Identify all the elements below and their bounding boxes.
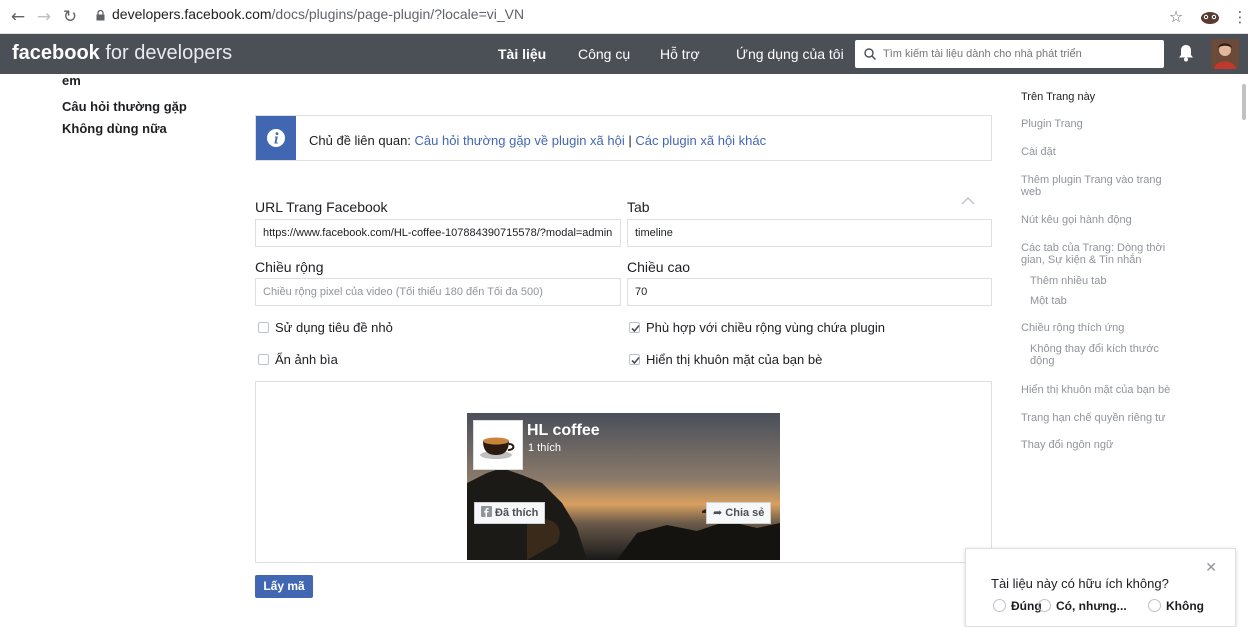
share-icon: ➦: [713, 506, 723, 519]
liked-button[interactable]: Đã thích: [474, 502, 546, 524]
nav-support[interactable]: Hỗ trợ: [660, 46, 700, 62]
reload-icon[interactable]: ↻: [60, 7, 80, 27]
right-nav-item[interactable]: Nút kêu gọi hành động: [1021, 214, 1132, 226]
page-url-input[interactable]: [255, 219, 621, 247]
close-icon[interactable]: ✕: [1205, 559, 1217, 576]
browser-menu-icon[interactable]: ⋮: [1230, 7, 1248, 27]
hide-cover-label: Ẩn ảnh bìa: [275, 352, 338, 367]
right-nav-item[interactable]: Chiều rộng thích ứng: [1021, 322, 1124, 334]
share-button[interactable]: ➦ Chia sẻ: [706, 502, 772, 524]
checkbox-box-checked[interactable]: [629, 322, 640, 333]
right-nav-subitem[interactable]: động: [1030, 355, 1054, 367]
right-nav-item[interactable]: Hiển thị khuôn mặt của bạn bè: [1021, 384, 1170, 396]
show-faces-label: Hiển thị khuôn mặt của bạn bè: [646, 352, 823, 367]
bookmark-star-icon[interactable]: ☆: [1166, 7, 1186, 27]
url-host: developers.facebook.com: [112, 6, 272, 22]
tab-label: Tab: [627, 199, 650, 215]
left-nav-item-faq[interactable]: Câu hỏi thường gặp: [62, 96, 187, 118]
search-icon: [864, 48, 876, 60]
url-label: URL Trang Facebook: [255, 199, 388, 215]
checkbox-box[interactable]: [258, 322, 269, 333]
checkbox-box-checked[interactable]: [629, 354, 640, 365]
tab-input[interactable]: [627, 219, 992, 247]
small-header-checkbox[interactable]: Sử dụng tiêu đề nhỏ: [258, 320, 393, 335]
scrollbar-thumb[interactable]: [1242, 84, 1246, 120]
show-faces-checkbox[interactable]: Hiển thị khuôn mặt của bạn bè: [629, 352, 822, 367]
browser-toolbar: ← → ↻ developers.facebook.com/docs/plugi…: [0, 0, 1248, 34]
radio-button[interactable]: [993, 599, 1006, 612]
extension-icon[interactable]: [1200, 8, 1220, 26]
feedback-question: Tài liệu này có hữu ích không?: [991, 576, 1169, 591]
related-topics-prefix: Chủ đề liên quan:: [309, 133, 415, 148]
right-nav-subitem[interactable]: Thêm nhiều tab: [1030, 275, 1106, 287]
feedback-option-yes-but[interactable]: Có, nhưng...: [1038, 599, 1127, 613]
checkmark-icon: [631, 356, 640, 365]
nav-tools[interactable]: Công cụ: [578, 46, 630, 62]
small-header-label: Sử dụng tiêu đề nhỏ: [275, 320, 393, 335]
height-label: Chiều cao: [627, 259, 691, 275]
get-code-button[interactable]: Lấy mã: [255, 575, 313, 598]
width-input[interactable]: [255, 278, 621, 306]
hide-cover-checkbox[interactable]: Ẩn ảnh bìa: [258, 352, 338, 367]
info-icon-cell: [256, 116, 296, 160]
nav-my-apps[interactable]: Ứng dụng của tôi: [736, 46, 844, 62]
right-nav-item[interactable]: Plugin Trang: [1021, 118, 1083, 130]
checkmark-icon: [631, 324, 640, 333]
page-likes: 1 thích: [528, 442, 562, 454]
faq-link[interactable]: Câu hỏi thường gặp về plugin xã hội: [415, 133, 625, 148]
feedback-option-no[interactable]: Không: [1148, 599, 1204, 613]
related-topics-box: Chủ đề liên quan: Câu hỏi thường gặp về …: [255, 115, 992, 161]
right-nav-subitem[interactable]: Không thay đổi kích thước: [1030, 343, 1159, 355]
left-nav-item-deprecated[interactable]: Không dùng nữa: [62, 118, 167, 140]
lock-icon: [96, 10, 105, 21]
page-name[interactable]: HL coffee: [527, 422, 600, 440]
width-label: Chiều rộng: [255, 259, 324, 275]
feedback-option-yes[interactable]: Đúng: [993, 599, 1042, 613]
adapt-width-checkbox[interactable]: Phù hợp với chiều rộng vùng chứa plugin: [629, 320, 885, 335]
notifications-bell-icon[interactable]: [1178, 44, 1194, 62]
left-nav-partial-item[interactable]: em: [62, 70, 81, 92]
brand-light: for developers: [105, 42, 233, 64]
right-nav-item[interactable]: Trang hạn chế quyền riêng tư: [1021, 412, 1166, 424]
radio-button[interactable]: [1148, 599, 1161, 612]
related-topics-text: Chủ đề liên quan: Câu hỏi thường gặp về …: [309, 133, 766, 148]
facebook-icon: [481, 506, 492, 517]
right-nav-heading: Trên Trang này: [1021, 91, 1096, 103]
site-header: facebook for developers Tài liệu Công cụ…: [0, 34, 1248, 74]
feedback-option-label: Không: [1166, 599, 1204, 613]
user-avatar[interactable]: [1211, 39, 1239, 69]
url-path: /docs/plugins/page-plugin/?locale=vi_VN: [271, 6, 525, 22]
nav-docs[interactable]: Tài liệu: [498, 46, 546, 62]
related-topics-separator: |: [624, 133, 636, 148]
checkbox-box[interactable]: [258, 354, 269, 365]
right-nav-item[interactable]: web: [1021, 186, 1041, 198]
feedback-popup: ✕ Tài liệu này có hữu ích không? Đúng Có…: [965, 548, 1236, 627]
right-nav-subitem[interactable]: Một tab: [1030, 295, 1067, 307]
other-plugins-link[interactable]: Các plugin xã hội khác: [635, 133, 766, 148]
search-box[interactable]: [855, 40, 1164, 68]
coffee-cup-icon: [480, 437, 515, 459]
brand-bold: facebook: [12, 42, 100, 64]
right-nav-item[interactable]: Thêm plugin Trang vào trang: [1021, 174, 1162, 186]
back-icon[interactable]: ←: [8, 7, 28, 27]
liked-button-label: Đã thích: [495, 507, 539, 519]
radio-button[interactable]: [1038, 599, 1051, 612]
share-button-label: Chia sẻ: [725, 507, 765, 519]
page-logo[interactable]: [473, 420, 523, 470]
search-input[interactable]: [883, 40, 1159, 68]
forward-icon[interactable]: →: [34, 7, 54, 27]
address-bar[interactable]: developers.facebook.com/docs/plugins/pag…: [112, 6, 524, 22]
height-input[interactable]: [627, 278, 992, 306]
collapse-chevron-icon[interactable]: [961, 196, 975, 206]
info-icon: [267, 129, 285, 147]
right-nav-item[interactable]: Cài đặt: [1021, 146, 1056, 158]
adapt-width-label: Phù hợp với chiều rộng vùng chứa plugin: [646, 320, 885, 335]
right-nav-item[interactable]: Các tab của Trang: Dòng thời: [1021, 242, 1165, 254]
right-nav-item[interactable]: Thay đổi ngôn ngữ: [1021, 439, 1113, 451]
right-nav-item[interactable]: gian, Sự kiện & Tin nhắn: [1021, 254, 1142, 266]
site-logo[interactable]: facebook for developers: [12, 42, 232, 65]
feedback-option-label: Có, nhưng...: [1056, 599, 1127, 613]
